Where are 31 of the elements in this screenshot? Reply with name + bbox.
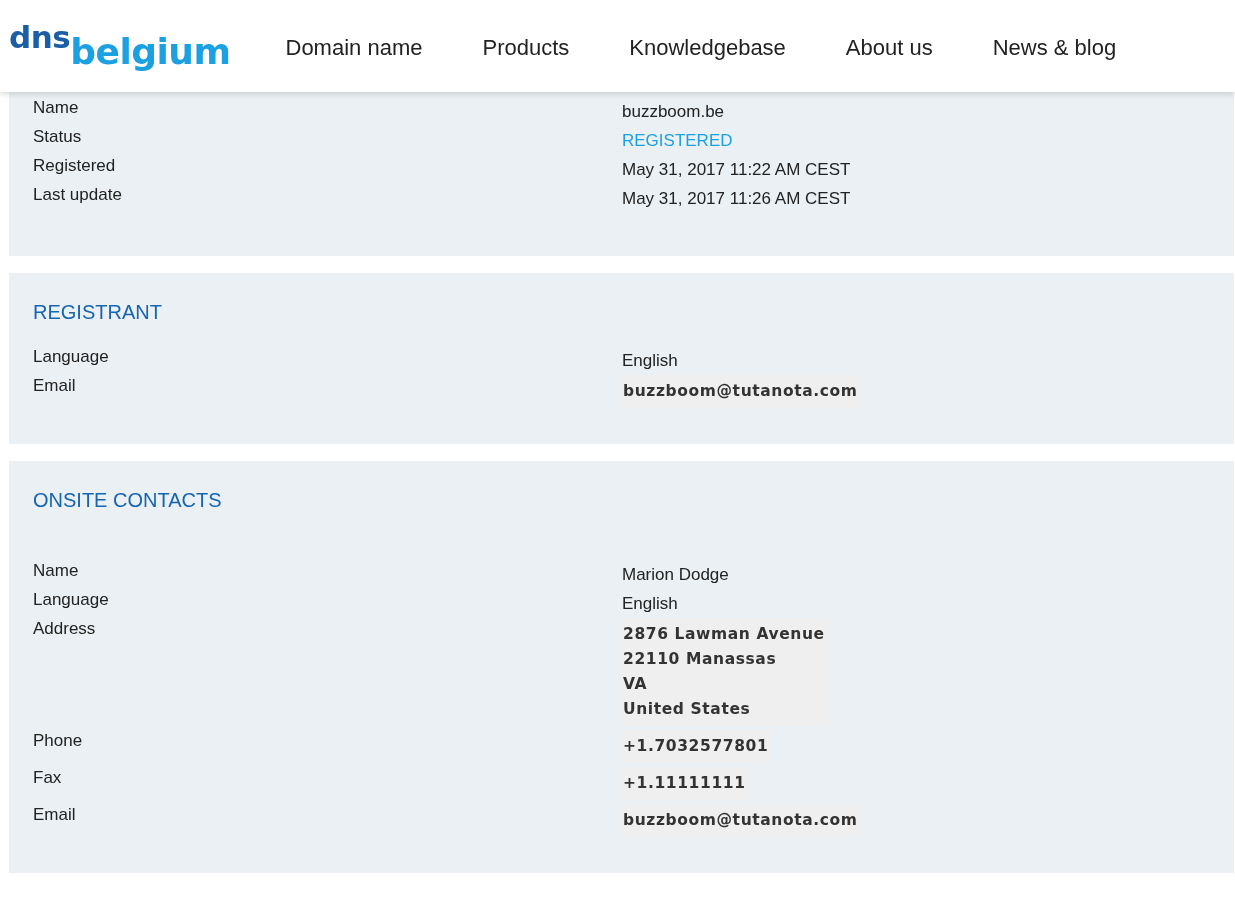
field-label: Status (33, 126, 83, 148)
field-label: Last update (33, 184, 123, 206)
field-value: May 31, 2017 11:26 AM CEST (622, 188, 852, 210)
field-value: English (622, 350, 679, 372)
text-image: buzzboom@tutanota.com (622, 804, 862, 837)
field-label: Email (33, 375, 77, 397)
section-title: REGISTRANT (33, 300, 163, 324)
field-value: buzzboom.be (622, 101, 726, 123)
field-label: Language (33, 589, 110, 611)
field-label: Fax (33, 767, 63, 789)
field-value: Marion Dodge (622, 564, 730, 586)
nav-link[interactable]: Products (482, 35, 570, 61)
field-label: Name (33, 97, 80, 119)
field-value: English (622, 593, 679, 615)
field-label: Name (33, 560, 80, 582)
field-label: Phone (33, 730, 84, 752)
nav-link[interactable]: News & blog (992, 35, 1117, 61)
text-image: buzzboom@tutanota.com (622, 375, 862, 408)
field-label: Registered (33, 155, 117, 177)
text-image: +1.11111111 (622, 767, 750, 800)
nav-link[interactable]: Domain name (285, 35, 423, 61)
status-value: REGISTERED (622, 130, 734, 152)
text-image: +1.7032577801 (622, 730, 773, 763)
nav-link[interactable]: Knowledgebase (629, 35, 786, 61)
nav-link[interactable]: About us (845, 35, 933, 61)
field-label: Language (33, 346, 110, 368)
text-image: 2876 Lawman Avenue 22110 Manassas VA United States (622, 618, 829, 726)
field-label: Address (33, 618, 97, 640)
field-value: May 31, 2017 11:22 AM CEST (622, 159, 852, 181)
section-title: ONSITE CONTACTS (33, 488, 223, 512)
field-label: Email (33, 804, 77, 826)
